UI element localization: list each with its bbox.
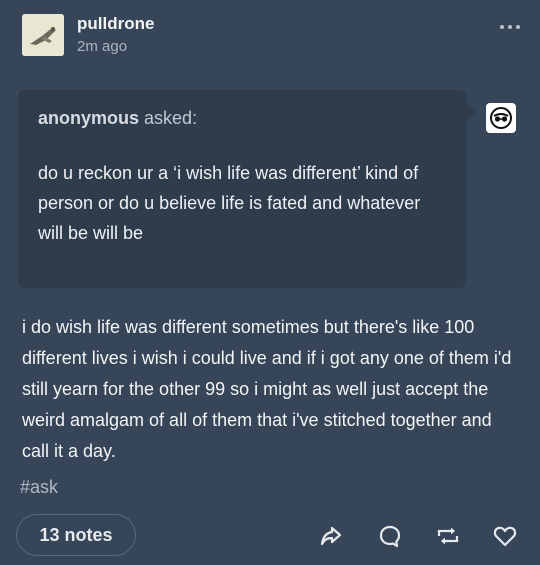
notes-button[interactable]: 13 notes [16,514,136,556]
ask-bubble-tail [466,104,476,120]
share-icon[interactable] [318,523,344,549]
author-avatar[interactable] [22,14,64,56]
asker-name[interactable]: anonymous [38,108,139,128]
asker-verb: asked: [144,108,198,128]
more-dots-icon[interactable] [500,22,522,32]
answer-text: i do wish life was different sometimes b… [22,317,512,461]
anonymous-avatar-icon [486,103,516,133]
reply-icon[interactable] [377,523,403,549]
asker-line: anonymous asked: [38,108,197,129]
reblog-icon[interactable] [435,523,461,549]
heart-icon[interactable] [492,523,518,549]
author-username[interactable]: pulldrone [77,14,154,34]
ask-box: anonymous asked: do u reckon ur a ‘i wis… [18,90,476,288]
avatar-image [22,14,64,56]
post-tag[interactable]: #ask [20,477,58,498]
post-header: pulldrone 2m ago [22,14,522,58]
post-timestamp[interactable]: 2m ago [77,38,127,55]
ask-question: do u reckon ur a ‘i wish life was differ… [38,163,421,243]
